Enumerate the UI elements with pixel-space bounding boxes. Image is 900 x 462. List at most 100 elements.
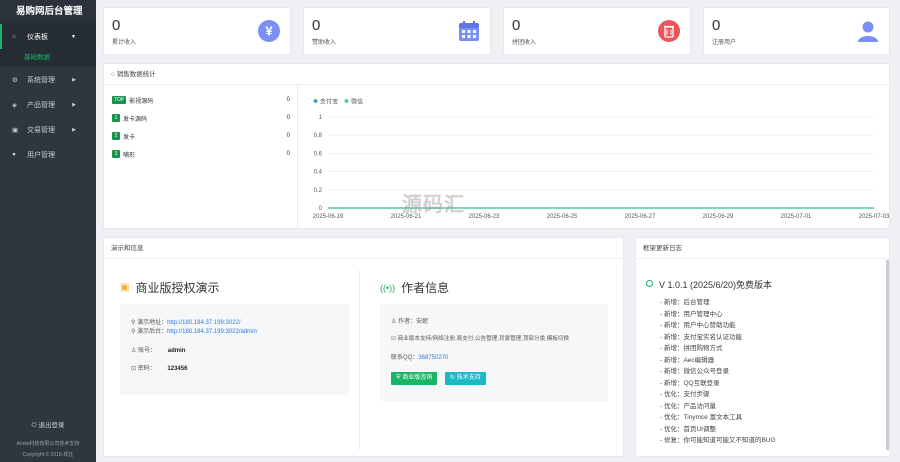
demo-admin-label: 演示后台： xyxy=(137,329,168,335)
description-text: 商业版本支持/网络注册,易支付,公告管理,背景管理,顶部分类,模板切换 xyxy=(397,336,570,342)
rank-name: 发卡 xyxy=(123,134,136,141)
sidebar-item-trades[interactable]: ▣ 交易管理 ▶ xyxy=(0,117,96,142)
user-icon xyxy=(856,19,880,43)
circle-icon: ○ xyxy=(111,71,115,78)
sidebar-item-users[interactable]: ● 用户管理 xyxy=(0,142,96,167)
rank-row: 2 发卡 0 xyxy=(112,130,290,142)
sidebar-footer: ⏻ 退出登录 Annie科技有限公司技术支持 Copyright © 2018-… xyxy=(0,419,96,462)
author-section-title: ((•)) 作者信息 xyxy=(380,279,449,296)
sidebar-item-label: 系统管理 xyxy=(27,76,55,84)
account-label: 账号： xyxy=(138,348,157,354)
author-info-box: ♙ 作者：安妮 ☑ 商业版本支持/网络注册,易支付,公告管理,背景管理,顶部分类… xyxy=(380,304,608,401)
rank-value: 0 xyxy=(286,97,290,103)
x-tick-label: 2025-06-25 xyxy=(547,214,578,220)
sidebar-item-system[interactable]: ⚙ 系统管理 ▶ xyxy=(0,67,96,92)
rank-row: 1 发卡源码 0 xyxy=(112,112,290,124)
changelog-item: - 新增：用户管理中心 xyxy=(660,310,723,318)
stat-label: 拼团收入 xyxy=(512,40,537,46)
changelog-item: - 优化：Tinymce 富文本工具 xyxy=(660,414,743,421)
user-icon: ♙ xyxy=(391,319,397,325)
stat-card-group-income: 0 拼团收入 xyxy=(503,7,691,55)
qq-label: 联系QQ： xyxy=(391,355,419,361)
scrollbar[interactable] xyxy=(886,260,889,450)
sidebar-item-label: 仪表板 xyxy=(27,33,48,41)
shield-icon: ⛨ xyxy=(396,375,401,381)
sales-panel: ○ 销售数据统计 TOP 影视源码 0 1 发卡源码 0 2 发卡 0 3 哺形… xyxy=(103,63,890,229)
chevron-right-icon: ▶ xyxy=(72,101,76,108)
rank-value: 0 xyxy=(286,115,290,121)
y-tick-label: 0.6 xyxy=(314,151,323,157)
chevron-right-icon: ▶ xyxy=(72,126,76,133)
description-line: ☑ 商业版本支持/网络注册,易支付,公告管理,背景管理,顶部分类,模板切换 xyxy=(391,334,569,342)
qq-link[interactable]: 368750270 xyxy=(418,355,448,361)
stat-label: 注册用户 xyxy=(712,40,737,46)
x-tick-label: 2025-06-19 xyxy=(313,214,344,220)
check-icon: ☑ xyxy=(391,336,397,342)
rank-name: 发卡源码 xyxy=(123,116,148,123)
button-label: 技术支持 xyxy=(456,375,481,381)
account-value: admin xyxy=(167,348,186,354)
changelog-item: - 新增：拼团购物方式 xyxy=(660,345,723,352)
rank-row: TOP 影视源码 0 xyxy=(112,94,290,106)
tech-support-button[interactable]: ↻ 技术支持 xyxy=(445,372,486,385)
changelog-version: V 1.0.1 (2025/6/20)免费版本 xyxy=(659,280,773,290)
logout-button[interactable]: ⏻ 退出登录 xyxy=(0,419,96,430)
legend-label: 微信 xyxy=(351,98,363,106)
changelog-item: - 新增：Aec编辑器 xyxy=(660,356,715,364)
y-tick-label: 0.4 xyxy=(314,170,323,176)
yen-icon: ¥ xyxy=(257,19,281,43)
stat-value: 0 xyxy=(312,17,321,34)
y-tick-label: 0.8 xyxy=(314,133,323,139)
legend-label: 支付宝 xyxy=(320,98,338,106)
calendar-icon xyxy=(457,19,481,43)
demo-panel: 演示和信息 ▣ 商业版授权演示 ⚲ 演示地址：http://180.184.37… xyxy=(103,237,624,457)
rank-value: 0 xyxy=(286,151,290,157)
stat-label: 赞助收入 xyxy=(312,40,337,46)
sales-line-chart: 支付宝 微信00.20.40.60.812025-06-19 2025-06-21 2… xyxy=(313,98,890,221)
rank-name: 影视源码 xyxy=(129,98,154,105)
sidebar-subitem-basic-data[interactable]: 基础数据 xyxy=(0,49,96,67)
power-icon: ⏻ xyxy=(31,422,37,429)
demo-address-line: ⚲ 演示地址：http://180.184.37.199:3022/ xyxy=(131,317,241,326)
stat-card-sponsor-income: 0 赞助收入 xyxy=(303,7,491,55)
author-label: 作者： xyxy=(398,319,417,325)
home-icon: ⌂ xyxy=(12,33,16,40)
copyright-company: Annie科技有限公司技术支持 xyxy=(16,441,80,447)
legend-marker xyxy=(313,98,318,104)
password-value: 123456 xyxy=(167,366,188,372)
gear-icon: ⚙ xyxy=(12,76,18,84)
chevron-down-icon: ▼ xyxy=(71,33,76,40)
author-line: ♙ 作者：安妮 xyxy=(391,316,428,325)
link-icon: ⚲ xyxy=(131,329,136,335)
sidebar: 易购网后台管理 ⌂ 仪表板 ▼ 基础数据 ⚙ 系统管理 ▶ ◈ 产品管理 ▶ ▣… xyxy=(0,0,96,462)
stat-value: 0 xyxy=(712,17,721,34)
changelog-item: - 修复：你可能知道可能又不知道的BUG xyxy=(660,437,776,444)
sidebar-item-label: 交易管理 xyxy=(27,126,55,134)
watermark: 源码汇 xyxy=(402,194,465,216)
rank-badge: 2 xyxy=(112,132,120,140)
button-label: 商业版咨询 xyxy=(402,375,433,381)
qq-line: 联系QQ：368750270 xyxy=(391,352,448,361)
signal-icon: ((•)) xyxy=(380,282,396,293)
commercial-consult-button[interactable]: ⛨ 商业版咨询 xyxy=(391,372,438,385)
license-title-text: 商业版授权演示 xyxy=(135,281,220,295)
password-line: ⊡ 密码： 123456 xyxy=(131,363,187,372)
logout-label: 退出登录 xyxy=(38,422,65,429)
timeline-dot-icon xyxy=(646,280,653,287)
lock-icon: ⊡ xyxy=(131,366,137,372)
stat-label: 累计收入 xyxy=(112,40,137,46)
license-info-box: ⚲ 演示地址：http://180.184.37.199:3022/ ⚲ 演示后… xyxy=(120,304,349,395)
x-tick-label: 2025-07-03 xyxy=(859,214,890,220)
demo-admin-link[interactable]: http://180.184.37.199:3022/admin xyxy=(167,329,257,335)
x-tick-label: 2025-06-23 xyxy=(469,214,500,220)
sidebar-item-products[interactable]: ◈ 产品管理 ▶ xyxy=(0,92,96,117)
y-tick-label: 0 xyxy=(319,206,323,212)
rank-badge: TOP xyxy=(112,96,127,104)
divider xyxy=(359,270,360,450)
changelog-item: - 优化：产品访问量 xyxy=(660,402,716,410)
sidebar-item-dashboard[interactable]: ⌂ 仪表板 ▼ xyxy=(0,24,96,49)
stat-value: 0 xyxy=(112,17,121,34)
brand-title: 易购网后台管理 xyxy=(0,0,96,24)
refresh-icon: ↻ xyxy=(450,375,456,381)
rank-row: 3 哺形 0 xyxy=(112,148,290,160)
